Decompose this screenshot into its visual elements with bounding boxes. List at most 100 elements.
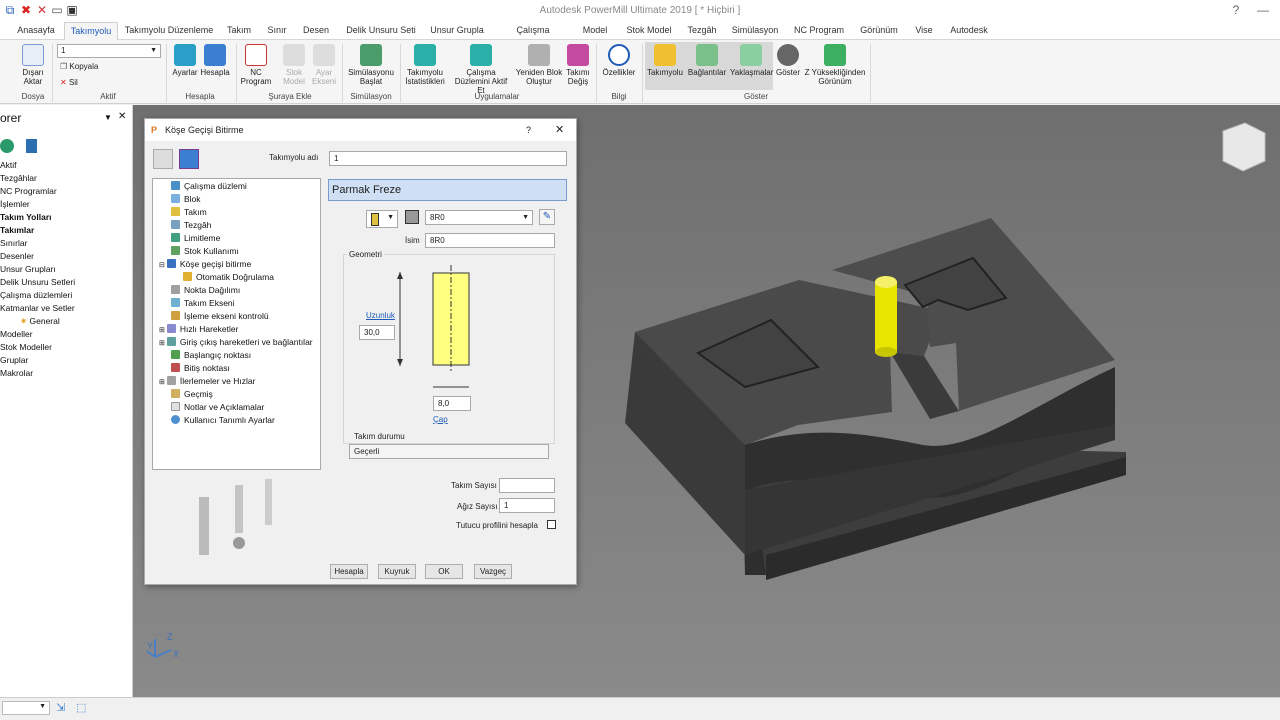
tool-name-input[interactable]: 8R0 <box>425 233 555 248</box>
queue-button[interactable]: Kuyruk <box>378 564 416 579</box>
explorer-item-islemler[interactable]: İşlemler <box>0 199 30 209</box>
explorer-close-icon[interactable]: ✕ <box>118 111 126 122</box>
toolpath-name-input[interactable]: 1 <box>329 151 567 166</box>
tree-item-blok[interactable]: Blok <box>171 194 201 204</box>
tree-item-tezgah[interactable]: Tezgâh <box>171 220 211 230</box>
dialog-close-icon[interactable]: ✕ <box>555 119 564 141</box>
tree-item-calisma-duzlemi[interactable]: Çalışma düzlemi <box>171 181 247 191</box>
globe-icon[interactable] <box>0 139 14 153</box>
tree-item-takim[interactable]: Takım <box>171 207 207 217</box>
explorer-item-desenler[interactable]: Desenler <box>0 251 34 261</box>
tree-item-limitleme[interactable]: Limitleme <box>171 233 220 243</box>
tab-desen[interactable]: Desen <box>298 22 334 40</box>
tree-item-ilerlemeler[interactable]: ⊞ İlerlemeler ve Hızlar <box>159 376 255 386</box>
edit-tool-icon[interactable]: ✎ <box>539 209 555 225</box>
tab-autodesk[interactable]: Autodesk <box>946 22 992 40</box>
explorer-item-gruplar[interactable]: Gruplar <box>0 355 28 365</box>
tree-item-stok-kullanimi[interactable]: Stok Kullanımı <box>171 246 239 256</box>
nc-program-button[interactable]: NC Program <box>240 44 272 86</box>
tool-select[interactable]: 8R0 ▼ <box>425 210 533 225</box>
tree-item-otomatik-dogrulama[interactable]: Otomatik Doğrulama <box>183 272 274 282</box>
explorer-item-unsur-gruplari[interactable]: Unsur Grupları <box>0 264 56 274</box>
view-icon[interactable]: ⬚ <box>76 701 86 714</box>
explorer-item-tezgahlar[interactable]: Tezgâhlar <box>0 173 37 183</box>
explorer-item-sinirlar[interactable]: Sınırlar <box>0 238 27 248</box>
tab-takimyolu-duzenleme[interactable]: Takımyolu Düzenleme <box>124 22 214 40</box>
view-cube[interactable] <box>1222 122 1266 172</box>
active-toolpath-select[interactable]: 1 ▼ <box>57 44 161 58</box>
explorer-menu-icon[interactable]: ▼ <box>104 113 112 122</box>
ok-button[interactable]: OK <box>425 564 463 579</box>
tab-simulasyon[interactable]: Simülasyon <box>728 22 782 40</box>
length-input[interactable]: 30,0 <box>359 325 395 340</box>
tab-sinir[interactable]: Sınır <box>262 22 292 40</box>
start-simulation-button[interactable]: Simülasyonu Başlat <box>346 44 396 86</box>
explorer-item-makrolar[interactable]: Makrolar <box>0 368 33 378</box>
tree-item-kose-gecisi-bitirme[interactable]: ⊟ Köşe geçişi bitirme <box>159 259 251 269</box>
length-link[interactable]: Uzunluk <box>366 311 395 320</box>
tree-item-isleme-ekseni[interactable]: İşleme ekseni kontrolü <box>171 311 269 321</box>
explorer-item-takim-yollari[interactable]: Takım Yolları <box>0 212 52 222</box>
show-button[interactable]: Göster <box>775 44 801 77</box>
tree-item-kullanici[interactable]: Kullanıcı Tanımlı Ayarlar <box>171 415 275 425</box>
tab-tezgah[interactable]: Tezgâh <box>684 22 720 40</box>
settings-button[interactable]: Ayarlar <box>171 44 199 77</box>
calculate-dialog-button[interactable]: Hesapla <box>330 564 368 579</box>
tool-library-icon[interactable] <box>405 210 419 224</box>
delete-button[interactable]: ✕ Sil <box>60 78 78 87</box>
tab-delik-unsuru-seti[interactable]: Delik Unsuru Seti <box>342 22 420 40</box>
calculate-button[interactable]: Hesapla <box>200 44 230 77</box>
change-tool-button[interactable]: Takımı Değiş <box>566 44 590 86</box>
tool-count-input[interactable] <box>499 478 555 493</box>
explorer-item-nc-programlar[interactable]: NC Programlar <box>0 186 57 196</box>
snap-icon[interactable]: ⇲ <box>56 701 65 714</box>
tab-calisma-duzlemi[interactable]: Çalışma düzlemi <box>500 22 566 52</box>
tree-item-giris-cikis[interactable]: ⊞ Giriş çıkış hareketleri ve bağlantılar <box>159 337 313 347</box>
tab-takimyolu[interactable]: Takımyolu <box>64 22 118 40</box>
rebuild-block-button[interactable]: Yeniden Blok Oluştur <box>514 44 564 86</box>
tree-item-baslangic[interactable]: Başlangıç noktası <box>171 350 251 360</box>
show-toolpath-button[interactable]: Takımyolu <box>646 44 684 77</box>
tree-item-notlar[interactable]: Notlar ve Açıklamalar <box>171 402 264 412</box>
tool-type-select[interactable]: ▼ <box>366 210 398 228</box>
help-icon[interactable]: ? <box>1229 3 1243 17</box>
tree-item-hizli-hareketler[interactable]: ⊞ Hızlı Hareketler <box>159 324 238 334</box>
tree-item-nokta-dagilimi[interactable]: Nokta Dağılımı <box>171 285 240 295</box>
trash-icon[interactable] <box>26 139 37 153</box>
tab-takim[interactable]: Takım <box>222 22 256 40</box>
z-height-view-button[interactable]: Z Yüksekliğinden Görünüm <box>804 44 866 86</box>
tree-item-takim-ekseni[interactable]: Takım Ekseni <box>171 298 235 308</box>
explorer-item-stok-modeller[interactable]: Stok Modeller <box>0 342 52 352</box>
export-button[interactable]: Dışarı Aktar <box>20 44 46 86</box>
dialog-help-icon[interactable]: ? <box>526 119 531 141</box>
explorer-item-aktif[interactable]: Aktif <box>0 160 17 170</box>
cancel-button[interactable]: Vazgeç <box>474 564 512 579</box>
tab-stok-model[interactable]: Stok Model <box>622 22 676 40</box>
show-leads-button[interactable]: Yaklaşmalar <box>730 44 773 77</box>
strategy-selector-icon[interactable] <box>179 149 199 169</box>
tab-unsur-grupla[interactable]: Unsur Grupla <box>426 22 488 40</box>
tree-item-bitis[interactable]: Bitiş noktası <box>171 363 230 373</box>
explorer-item-takimlar[interactable]: Takımlar <box>0 225 34 235</box>
properties-button[interactable]: Özellikler <box>600 44 638 77</box>
explorer-item-delik-unsuru-setleri[interactable]: Delik Unsuru Setleri <box>0 277 75 287</box>
toolpath-stats-button[interactable]: Takımyolu İstatistikleri <box>402 44 448 86</box>
diameter-input[interactable]: 8,0 <box>433 396 471 411</box>
tab-nc-program[interactable]: NC Program <box>792 22 846 40</box>
show-links-button[interactable]: Bağlantılar <box>686 44 728 77</box>
explorer-item-katmanlar[interactable]: Katmanlar ve Setler <box>0 303 75 313</box>
holder-profile-checkbox[interactable] <box>547 520 556 529</box>
copy-button[interactable]: ❐ Kopyala <box>60 62 98 71</box>
tab-anasayfa[interactable]: Anasayfa <box>14 22 58 40</box>
flute-count-input[interactable]: 1 <box>499 498 555 513</box>
activate-workplane-button[interactable]: Çalışma Düzlemini Aktif Et <box>450 44 512 95</box>
explorer-item-general[interactable]: ✷ General <box>20 316 60 327</box>
tab-gorunum[interactable]: Görünüm <box>856 22 902 40</box>
explorer-item-modeller[interactable]: Modeller <box>0 329 33 339</box>
tree-item-gecmis[interactable]: Geçmiş <box>171 389 213 399</box>
status-dropdown[interactable]: ▼ <box>2 701 50 715</box>
tab-model[interactable]: Model <box>578 22 612 40</box>
minimize-icon[interactable]: — <box>1256 3 1270 17</box>
strategy-icon[interactable] <box>153 149 173 169</box>
tab-vise[interactable]: Vise <box>912 22 936 40</box>
